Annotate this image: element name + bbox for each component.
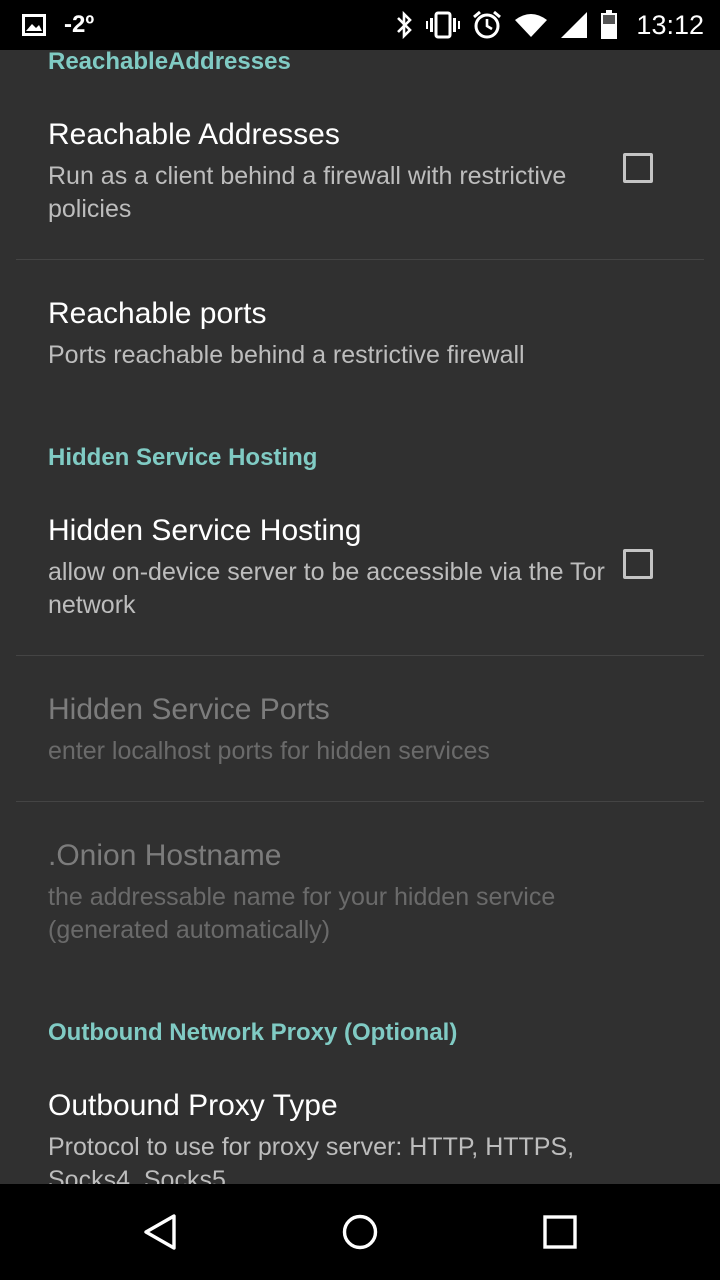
bluetooth-icon [394,10,414,40]
pref-title: Reachable ports [48,297,267,330]
temperature-text: -2º [64,11,95,38]
pref-hidden-service-ports: Hidden Service Ports enter localhost por… [0,656,720,801]
category-reachable-addresses: ReachableAddresses [48,50,291,75]
reachable-addresses-checkbox[interactable] [623,153,653,183]
category-hidden-service-hosting: Hidden Service Hosting [48,444,318,471]
pref-summary: the addressable name for your hidden ser… [48,883,556,944]
wifi-icon [514,12,548,38]
back-button[interactable] [140,1212,180,1252]
status-bar: -2º 13:12 [0,0,720,50]
home-icon [342,1214,378,1250]
preferences-list[interactable]: ReachableAddresses Reachable Addresses R… [0,50,720,1184]
navigation-bar [0,1184,720,1280]
back-icon [144,1214,176,1250]
pref-summary: Run as a client behind a firewall with r… [48,162,567,223]
pref-title: Outbound Proxy Type [48,1089,338,1122]
clock: 13:12 [636,9,704,40]
pref-hidden-service-hosting[interactable]: Hidden Service Hosting allow on-device s… [0,486,720,655]
pref-reachable-addresses[interactable]: Reachable Addresses Run as a client behi… [0,90,720,259]
pref-outbound-proxy-type[interactable]: Outbound Proxy Type Protocol to use for … [0,1061,720,1184]
pref-summary: Protocol to use for proxy server: HTTP, … [48,1133,575,1184]
pref-title: .Onion Hostname [48,839,282,872]
image-icon [22,14,46,36]
category-outbound-network-proxy: Outbound Network Proxy (Optional) [48,1019,458,1046]
pref-summary: Ports reachable behind a restrictive fir… [48,341,525,369]
recents-icon [543,1215,577,1249]
alarm-icon [472,10,502,40]
pref-title: Reachable Addresses [48,118,340,151]
pref-title: Hidden Service Hosting [48,514,362,547]
pref-title: Hidden Service Ports [48,693,330,726]
battery-icon [600,10,618,40]
home-button[interactable] [340,1212,380,1252]
pref-reachable-ports[interactable]: Reachable ports Ports reachable behind a… [0,260,720,414]
pref-onion-hostname: .Onion Hostname the addressable name for… [0,802,720,1002]
hidden-service-hosting-checkbox[interactable] [623,549,653,579]
signal-icon [560,11,588,39]
recents-button[interactable] [540,1212,580,1252]
pref-summary: allow on-device server to be accessible … [48,558,605,619]
pref-summary: enter localhost ports for hidden service… [48,737,490,765]
vibrate-icon [426,10,461,40]
